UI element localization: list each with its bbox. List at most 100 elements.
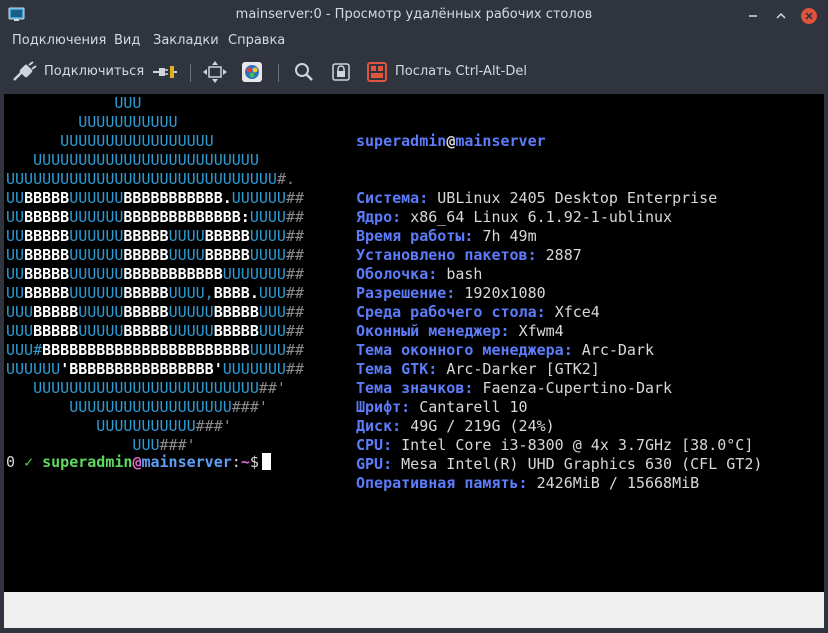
info-key: Тема значков: [356,379,474,397]
info-row: Шрифт: Cantarell 10 [356,398,762,417]
logo-segment: UUUUU [78,303,124,321]
logo-segment: UU [6,246,25,264]
logo-segment: BBBBB [123,322,169,340]
info-value: Arc-Darker [GTK2] [446,360,600,378]
info-key: Ядро: [356,208,402,226]
logo-segment: UUUUUUUUUUUUUUUUUUUUUUUUU [6,151,259,169]
logo-segment: UUUU [168,246,205,264]
logo-segment: BBBBB [204,227,250,245]
info-key: Оконный менеджер: [356,322,510,340]
logo-segment: UUU [6,303,34,321]
send-ctrl-alt-del-button[interactable]: Послать Ctrl-Alt-Del [367,56,532,88]
info-key: GPU: [356,455,393,473]
lock-icon [332,63,350,81]
logo-segment: UUUUUUU [222,360,286,378]
info-value: 7h 49m [482,227,537,245]
logo-segment: BBBBB [24,189,70,207]
logo-segment: ###' [231,398,268,416]
status-bar [4,592,824,628]
connect-label: Подключиться [44,64,145,79]
info-value: Intel Core i3-8300 @ 4x 3.7GHz [38.0°C] [401,436,754,454]
logo-line: UUUUUUUUUUUUUUUUU [6,132,304,151]
logo-segment: #. [276,170,295,188]
info-value: x86_64 Linux 6.1.92-1-ublinux [410,208,673,226]
info-value: Mesa Intel(R) UHD Graphics 630 (CFL GT2) [401,455,763,473]
info-value: bash [446,265,483,283]
logo-segment: ## [285,284,305,302]
text-cursor [261,453,271,470]
logo-segment: UUUUUU [69,246,124,264]
logo-segment: ## [285,360,305,378]
logo-line: UUU [6,94,304,113]
fullscreen-button[interactable] [203,56,229,88]
shell-prompt[interactable]: 0 ✓ superadmin@mainserver:~$ [6,453,271,472]
logo-line: UUBBBBBUUUUUUBBBBBBBBBBB.UUUUUU## [6,189,304,208]
lock-button[interactable] [330,56,354,88]
maximize-icon[interactable] [772,7,790,25]
logo-segment: UUU [258,322,286,340]
info-value: Xfwm4 [518,322,564,340]
logo-segment: ###' [195,417,232,435]
window-title: mainserver:0 - Просмотр удалённых рабочи… [235,7,593,22]
prompt-host: mainserver [141,453,232,471]
info-value: 1920x1080 [464,284,546,302]
logo-segment: UU [6,265,25,283]
logo-segment: BBBBB [213,322,259,340]
title-bar: mainserver:0 - Просмотр удалённых рабочи… [0,0,828,30]
logo-segment: BBBBB [24,246,70,264]
info-key: Система: [356,189,429,207]
info-key: Оболочка: [356,265,438,283]
logo-segment: UUU [6,94,142,112]
menu-help[interactable]: Справка [228,33,285,48]
menu-view[interactable]: Вид [114,33,140,48]
send-ctrl-alt-del-label: Послать Ctrl-Alt-Del [395,64,527,79]
menu-connections[interactable]: Подключения [12,33,106,48]
info-key: Тема GTK: [356,360,438,378]
logo-line: UUBBBBBUUUUUUBBBBBBBBBBBBB:UUUU## [6,208,304,227]
exit-code: 0 [6,453,16,471]
logo-line: UUUBBBBBUUUUUBBBBBUUUUUBBBBBUUU## [6,322,304,341]
logo-segment: 'BBBBBBBBBBBBBBBB' [60,360,223,378]
info-value: Faenza-Cupertino-Dark [482,379,673,397]
logo-line: UUBBBBBUUUUUUBBBBBUUUU,BBBB.UUU## [6,284,304,303]
info-key: Тема оконного менеджера: [356,341,573,359]
logo-segment: BBBBB [24,208,70,226]
info-host: mainserver [455,132,546,150]
logo-line: UUUUUUUUUUU [6,113,304,132]
logo-segment: UUU [258,284,286,302]
logo-line: UUUUUUUUUUU###' [6,417,304,436]
toolbar: Подключиться Послать Ctrl-Alt-Del [0,56,828,92]
info-row: Оболочка: bash [356,265,762,284]
logo-segment: BBBBBBBBBBBBB: [123,208,250,226]
info-row: Оконный менеджер: Xfwm4 [356,322,762,341]
info-row: Ядро: x86_64 Linux 6.1.92-1-ublinux [356,208,762,227]
logo-segment: UUUU [249,208,286,226]
disconnect-button[interactable] [152,56,180,88]
zoom-button[interactable] [292,56,318,88]
logo-segment: BBBBB [24,284,70,302]
close-icon[interactable] [800,7,818,25]
connect-button[interactable]: Подключиться [12,56,144,88]
logo-segment: UUUUUU [69,284,124,302]
info-key: Шрифт: [356,398,411,416]
info-key: Установлено пакетов: [356,246,537,264]
logo-segment: ## [285,227,305,245]
color-depth-button[interactable] [240,56,266,88]
logo-segment: UUUUUU [69,265,124,283]
logo-segment: UUUUUUUUUUU [6,113,178,131]
menu-bookmarks[interactable]: Закладки [153,33,219,48]
logo-segment: UUUUUU [6,360,61,378]
logo-line: UUUUUUUUUUUUUUUUUU###' [6,398,304,417]
info-row: Диск: 49G / 219G (24%) [356,417,762,436]
remote-terminal[interactable]: UUU UUUUUUUUUUU UUUUUUUUUUUUUUUUU UUUUUU… [4,94,824,592]
info-row: Время работы: 7h 49m [356,227,762,246]
logo-segment: UUUU [249,246,286,264]
logo-segment: BBBBBBBBBBBBBBBBBBBBBBB [42,341,250,359]
logo-line: UUBBBBBUUUUUUBBBBBUUUUBBBBBUUUU## [6,227,304,246]
info-key: Время работы: [356,227,474,245]
minimize-icon[interactable] [744,7,762,25]
toolbar-separator [190,64,191,82]
logo-segment: UUUU [249,227,286,245]
logo-segment: BBBBBBBBBBB [123,265,223,283]
keyboard-ctrl-alt-del-icon [367,62,387,82]
